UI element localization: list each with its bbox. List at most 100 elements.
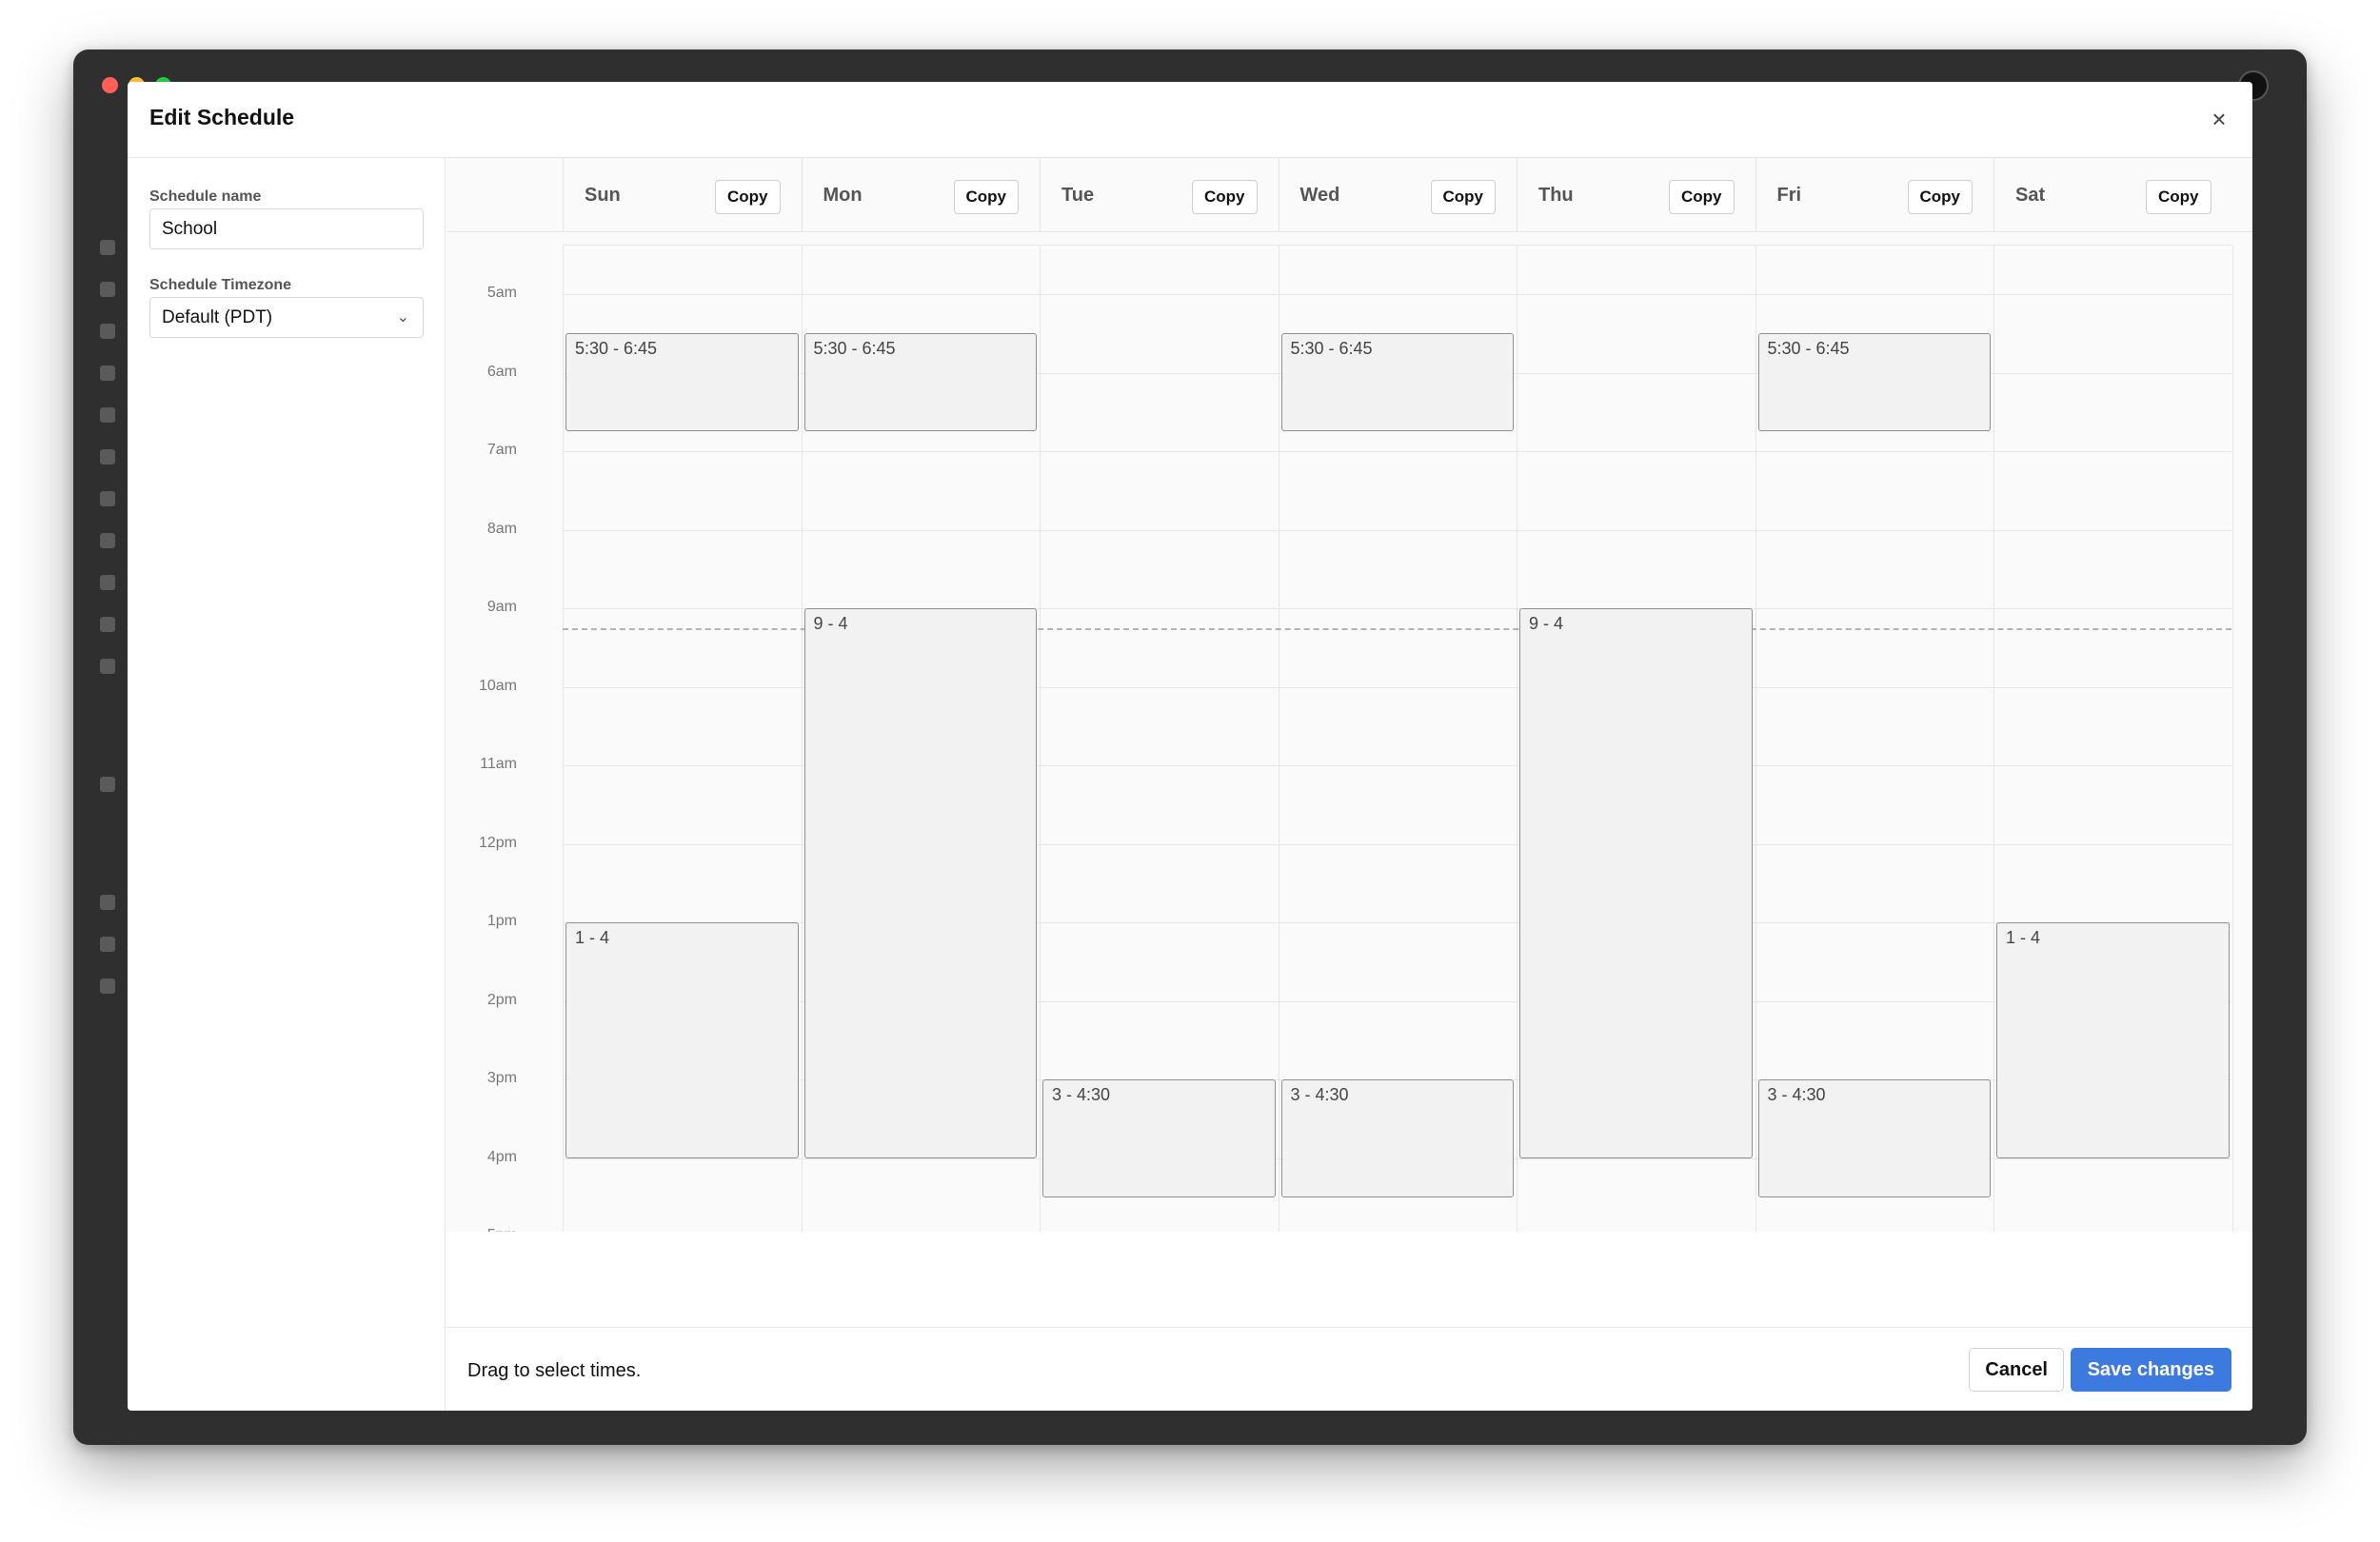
copy-button-fri[interactable]: Copy <box>1907 180 1973 214</box>
day-name: Thu <box>1538 185 1574 206</box>
day-header-sun: Sun Copy <box>563 158 802 232</box>
day-header-mon: Mon Copy <box>801 158 1041 232</box>
eye-icon <box>100 282 115 297</box>
day-header-wed: Wed Copy <box>1278 158 1517 232</box>
hour-gridline <box>563 529 2231 531</box>
time-block-label: 1 - 4 <box>575 928 610 947</box>
day-name: Tue <box>1061 185 1095 206</box>
day-column-divider <box>563 245 564 1232</box>
time-block-label: 5:30 - 6:45 <box>1290 339 1373 359</box>
time-block-label: 9 - 4 <box>1529 614 1564 633</box>
schedule-name-label: Schedule name <box>149 188 262 205</box>
copy-button-wed[interactable]: Copy <box>1430 180 1496 214</box>
copy-button-sat[interactable]: Copy <box>2146 180 2211 214</box>
time-block-label: 5:30 - 6:45 <box>575 339 658 359</box>
time-block[interactable]: 1 - 4 <box>565 922 799 1158</box>
arrows-icon <box>100 324 115 339</box>
close-icon[interactable]: × <box>2205 105 2233 133</box>
bell-icon <box>100 491 115 506</box>
day-header-tue: Tue Copy <box>1040 158 1279 232</box>
calendar-icon <box>100 240 115 255</box>
hour-label: 11am <box>480 756 517 772</box>
drag-hint: Drag to select times. <box>467 1360 642 1381</box>
time-block[interactable]: 9 - 4 <box>1519 608 1753 1158</box>
link-icon <box>100 617 115 632</box>
day-name: Mon <box>823 185 863 206</box>
time-block[interactable]: 3 - 4:30 <box>1757 1079 1991 1197</box>
time-block-label: 3 - 4:30 <box>1767 1085 1826 1104</box>
weekly-calendar[interactable]: Sun Copy Mon Copy Tue Copy Wed Copy Thu Copy Fri Co… <box>446 158 2252 1232</box>
schedule-timezone-label: Schedule Timezone <box>149 277 292 293</box>
time-block-label: 1 - 4 <box>2006 928 2041 947</box>
hour-label: 5am <box>486 285 517 301</box>
hour-gridline <box>563 451 2231 452</box>
hour-label: 10am <box>478 677 517 694</box>
chevron-down-icon: ⌄ <box>396 309 409 326</box>
day-header-fri: Fri Copy <box>1755 158 1994 232</box>
background-sidebar <box>73 135 129 1445</box>
modal-footer: Drag to select times. Cancel Save change… <box>446 1327 2252 1411</box>
sun-icon <box>100 937 115 952</box>
code-icon <box>100 659 115 674</box>
hour-label: 9am <box>486 599 517 615</box>
video-icon <box>100 366 115 381</box>
modal-title: Edit Schedule <box>149 105 295 129</box>
hour-gridline <box>563 294 2231 295</box>
save-changes-button[interactable]: Save changes <box>2070 1348 2231 1392</box>
timezone-select[interactable]: Default (PDT) ⌄ <box>149 297 424 338</box>
copy-button-thu[interactable]: Copy <box>1669 180 1735 214</box>
cancel-button[interactable]: Cancel <box>1969 1348 2064 1392</box>
hour-label: 5pm <box>446 1227 517 1232</box>
day-column-divider <box>801 245 803 1232</box>
time-block[interactable]: 5:30 - 6:45 <box>803 333 1037 432</box>
hour-label: 3pm <box>486 1070 517 1086</box>
check-circle-icon <box>100 895 115 910</box>
day-column-divider <box>2231 245 2233 1232</box>
day-column-divider <box>1755 245 1756 1232</box>
time-block-label: 3 - 4:30 <box>1052 1085 1111 1104</box>
hour-label: 8am <box>486 520 517 537</box>
time-block-label: 5:30 - 6:45 <box>813 339 896 359</box>
time-grid[interactable]: 5am 6am 7am 8am 9am 10am 11am 12pm 1pm 2pm 3pm 4pm 5… <box>446 245 2252 1232</box>
grid-top-line <box>563 245 2231 246</box>
clock-icon <box>100 449 115 465</box>
globe-icon <box>100 407 115 423</box>
hour-label: 12pm <box>478 834 517 851</box>
modal-header: Edit Schedule × <box>128 82 2252 158</box>
day-column-divider <box>1040 245 1041 1232</box>
day-header-row: Sun Copy Mon Copy Tue Copy Wed Copy Thu Copy Fri Co… <box>446 158 2252 232</box>
time-block[interactable]: 5:30 - 6:45 <box>1757 333 1991 432</box>
time-block[interactable]: 9 - 4 <box>803 608 1037 1158</box>
monitor-icon <box>100 533 115 548</box>
window-close-dot[interactable] <box>102 77 118 93</box>
time-block[interactable]: 5:30 - 6:45 <box>1280 333 1514 432</box>
phone-icon <box>100 575 115 590</box>
hour-label: 1pm <box>486 913 517 929</box>
hour-label: 7am <box>486 442 517 458</box>
time-block[interactable]: 3 - 4:30 <box>1280 1079 1514 1197</box>
day-name: Fri <box>1776 185 1802 206</box>
hour-label: 4pm <box>486 1148 517 1165</box>
hour-label: 6am <box>486 363 517 380</box>
schedule-name-input[interactable] <box>149 208 424 249</box>
day-header-thu: Thu Copy <box>1517 158 1755 232</box>
time-block-label: 9 - 4 <box>813 614 848 633</box>
day-name: Wed <box>1299 185 1340 206</box>
day-name: Sat <box>2015 185 2046 206</box>
day-header-sat: Sat Copy <box>1993 158 2232 232</box>
edit-schedule-modal: Edit Schedule × Schedule name Schedule T… <box>128 82 2252 1411</box>
time-block[interactable]: 1 - 4 <box>1996 922 2230 1158</box>
schedule-settings-panel: Schedule name Schedule Timezone Default … <box>128 158 446 1411</box>
copy-button-mon[interactable]: Copy <box>953 180 1019 214</box>
link-icon <box>100 777 115 792</box>
timezone-select-value: Default (PDT) <box>162 307 273 327</box>
time-block-label: 5:30 - 6:45 <box>1767 339 1850 359</box>
day-name: Sun <box>585 185 621 206</box>
time-block[interactable]: 3 - 4:30 <box>1042 1079 1276 1197</box>
time-block[interactable]: 5:30 - 6:45 <box>565 333 799 432</box>
copy-button-tue[interactable]: Copy <box>1192 180 1258 214</box>
copy-button-sun[interactable]: Copy <box>715 180 781 214</box>
app-window: Edit Schedule × Schedule name Schedule T… <box>73 49 2307 1445</box>
hour-label: 2pm <box>486 991 517 1008</box>
time-block-label: 3 - 4:30 <box>1290 1085 1349 1104</box>
